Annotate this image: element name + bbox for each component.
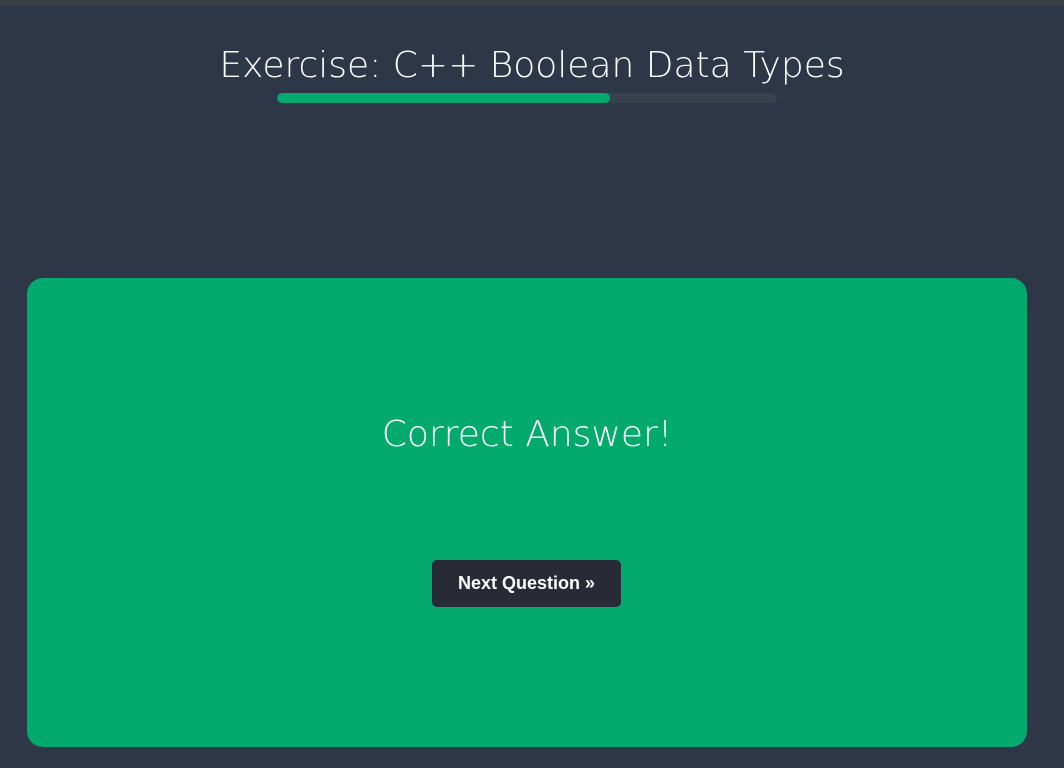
progress-bar: [277, 93, 777, 103]
next-question-button[interactable]: Next Question »: [432, 560, 621, 607]
window-top-strip: [0, 0, 1064, 6]
result-panel: Correct Answer! Next Question »: [27, 278, 1027, 747]
exercise-title: Exercise: C++ Boolean Data Types: [219, 45, 845, 86]
progress-bar-fill: [277, 93, 610, 103]
result-message: Correct Answer!: [381, 414, 673, 455]
